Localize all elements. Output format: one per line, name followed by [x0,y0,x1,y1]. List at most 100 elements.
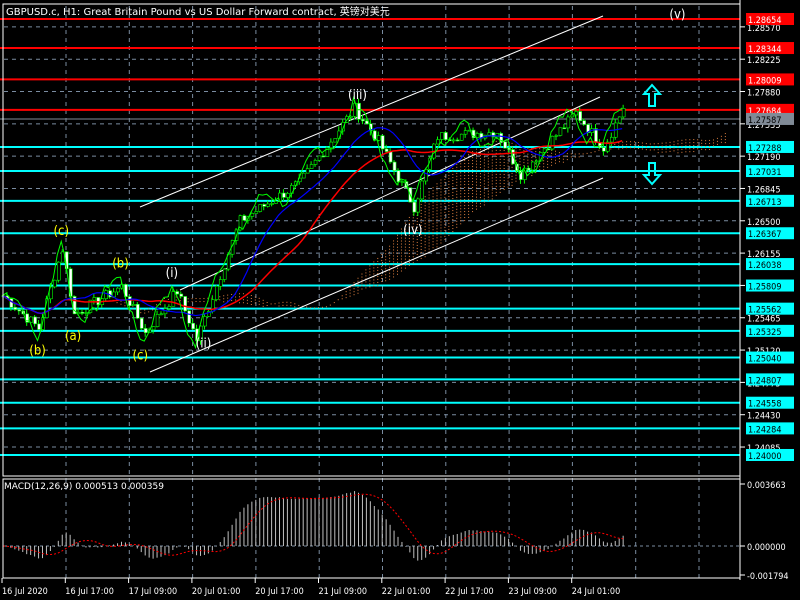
cloud-dot [400,252,402,254]
cloud-dot [709,148,711,150]
time-label: 20 Jul 01:00 [192,587,241,597]
cloud-dot [412,220,414,222]
cloud-dot [460,208,462,210]
cloud-dot [448,231,450,233]
cloud-dot [444,238,446,240]
cloud-dot [645,149,647,151]
cloud-dot [381,278,383,280]
cloud-dot [444,199,446,201]
cloud-dot [491,147,493,149]
cloud-dot [594,151,596,153]
cloud-dot [389,248,391,250]
cloud-dot [436,228,438,230]
cloud-dot [673,147,675,149]
cloud-dot [507,144,509,146]
time-label: 21 Jul 09:00 [319,587,368,597]
cloud-dot [491,156,493,158]
cloud-dot [416,217,418,219]
cloud-dot [416,238,418,240]
cloud-dot [393,258,395,260]
cloud-dot [140,309,142,311]
cloud-dot [452,168,454,170]
cloud-dot [420,239,422,241]
cloud-dot [495,170,497,172]
cloud-dot [361,276,363,278]
cloud-dot [440,200,442,202]
cloud-dot [649,149,651,151]
cloud-dot [242,293,244,295]
cloud-dot [373,267,375,269]
cloud-dot [495,185,497,187]
cloud-dot [487,160,489,162]
cloud-dot [400,258,402,260]
cloud-dot [365,275,367,277]
cloud-dot [673,144,675,146]
candle-body [159,313,164,316]
cloud-dot [381,254,383,256]
cloud-dot [424,256,426,258]
cloud-dot [468,177,470,179]
cloud-dot [124,302,126,304]
cloud-dot [460,214,462,216]
cloud-dot [397,234,398,236]
cloud-dot [400,240,402,242]
cloud-dot [266,301,268,303]
candle-body [92,297,97,301]
cloud-dot [460,175,462,177]
cloud-dot [345,291,347,293]
cloud-dot [499,164,501,166]
cloud-dot [377,260,379,262]
cloud-dot [452,171,454,173]
candle-body [9,298,14,308]
candle-body [400,181,405,183]
cloud-dot [242,302,244,304]
trend-channel[interactable] [139,15,604,373]
cloud-dot [547,151,549,153]
cloud-dot [479,197,481,199]
cloud-dot [479,167,481,169]
candle-body [487,132,492,136]
cloud-dot [456,211,458,213]
price-label: 1.28225 [747,56,780,66]
cloud-dot [460,220,462,222]
cloud-dot [436,225,438,227]
cloud-dot [152,309,154,311]
cloud-dot [503,174,505,176]
cloud-dot [428,194,430,196]
cloud-dot [503,189,505,191]
cloud-dot [325,306,327,308]
cloud-dot [444,214,446,216]
cloud-dot [262,299,264,301]
time-label: 16 Jul 17:00 [65,587,114,597]
time-label: 20 Jul 17:00 [255,587,304,597]
cloud-dot [254,296,256,298]
cloud-dot [389,254,391,256]
price-chart[interactable]: (c)(b)(a)(b)(c)(i)(ii)(iii)(iv)(v) 1.285… [0,0,800,600]
cloud-dot [456,163,458,165]
chikou-green-line [1,95,623,350]
candle-body [392,161,397,171]
cloud-dot [456,223,458,225]
cloud-dot [432,217,434,219]
cloud-dot [551,152,553,154]
cloud-dot [570,156,572,158]
cloud-dot [495,146,497,148]
cloud-dot [219,296,221,298]
cloud-dot [452,210,454,212]
cloud-dot [444,196,446,198]
cloud-dot [412,253,414,255]
cloud-dot [432,232,434,234]
cloud-dot [491,168,493,170]
cloud-dot [440,185,442,187]
support-price: 1.27288 [748,144,781,154]
cloud-dot [468,171,470,173]
cloud-dot [400,261,402,263]
cloud-dot [460,202,462,204]
cloud-dot [412,238,414,240]
cloud-dot [381,275,383,277]
cloud-dot [499,191,501,193]
cloud-dot [487,190,489,192]
cloud-dot [511,175,513,177]
cloud-dot [452,180,454,182]
cloud-dot [507,186,509,188]
